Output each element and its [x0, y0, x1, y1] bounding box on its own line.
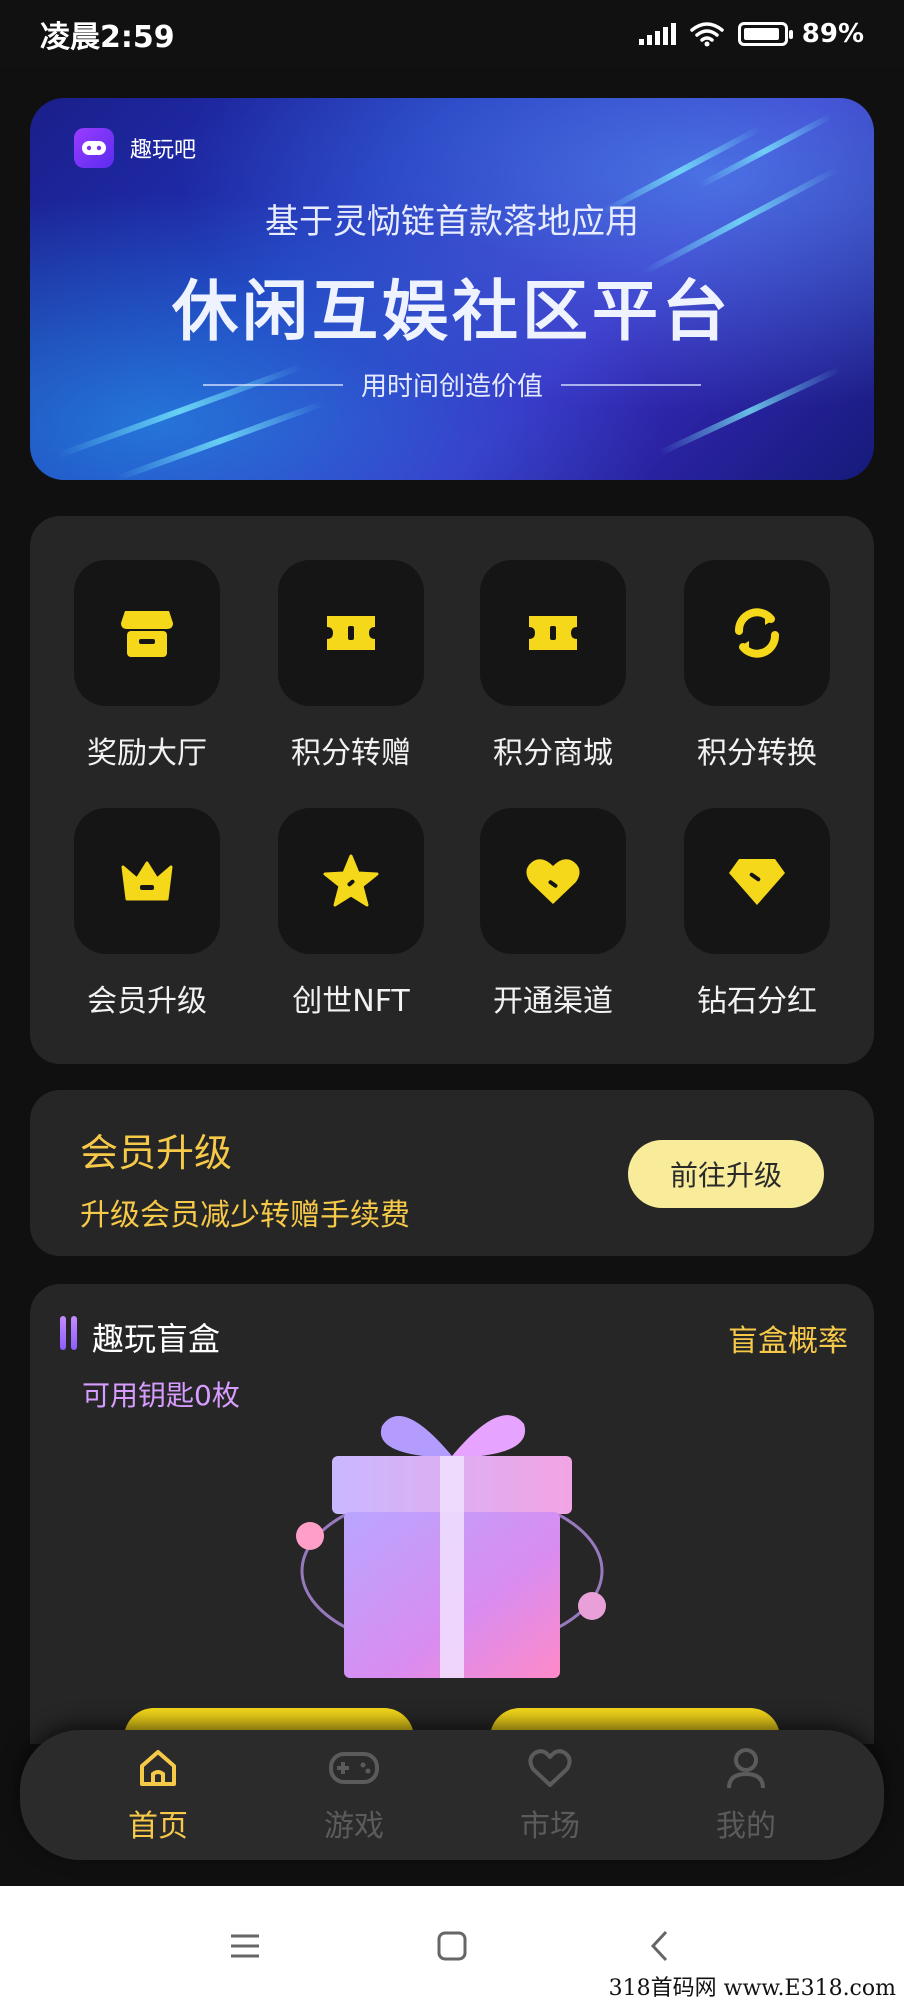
brand-name: 趣玩吧	[130, 138, 197, 163]
nav-item-home[interactable]: 首页	[78, 1745, 238, 1845]
status-time: 凌晨2:59	[40, 20, 175, 55]
shop-icon	[74, 560, 220, 706]
available-keys: 可用钥匙0枚	[82, 1379, 240, 1412]
grid-item-member-upgrade[interactable]: 会员升级	[74, 808, 220, 1020]
slogan-divider	[202, 383, 343, 386]
section-marker	[60, 1316, 77, 1350]
system-nav-bar: 318首码网 www.E318.com	[0, 1886, 904, 2008]
nav-item-market[interactable]: 市场	[470, 1745, 630, 1845]
gift-box-icon[interactable]	[292, 1396, 612, 1696]
home-icon	[78, 1745, 238, 1791]
star-icon	[278, 808, 424, 954]
battery-icon	[737, 22, 793, 46]
grid-item-points-exchange[interactable]: 积分转换	[684, 560, 830, 772]
nav-label: 市场	[520, 1809, 580, 1844]
nav-label: 游戏	[324, 1809, 384, 1844]
menu-icon[interactable]	[215, 1916, 275, 1976]
grid-label: 创世NFT	[292, 984, 410, 1019]
banner-subtitle: 基于灵恸链首款落地应用	[265, 202, 639, 242]
box-probability-link[interactable]: 盲盒概率	[728, 1316, 848, 1360]
crown-icon	[74, 808, 220, 954]
go-upgrade-button[interactable]: 前往升级	[628, 1140, 824, 1208]
user-icon	[666, 1745, 826, 1791]
grid-item-diamond-dividend[interactable]: 钻石分红	[684, 808, 830, 1020]
grid-label: 开通渠道	[493, 984, 613, 1019]
grid-label: 奖励大厅	[87, 736, 207, 771]
battery-percent: 89%	[801, 19, 864, 49]
gamepad-logo-icon	[74, 128, 114, 168]
feature-grid: 奖励大厅 积分转赠 积分商城 积分转换 会员升级 创世NFT 开通渠道 钻石分红	[30, 516, 874, 1064]
grid-label: 钻石分红	[697, 984, 817, 1019]
blind-box-title: 趣玩盲盒	[92, 1320, 221, 1358]
grid-label: 会员升级	[87, 984, 207, 1019]
ticket-icon	[278, 560, 424, 706]
nav-label: 我的	[716, 1809, 776, 1844]
diamond-icon	[684, 808, 830, 954]
banner-slogan: 用时间创造价值	[360, 372, 543, 402]
grid-label: 积分商城	[493, 736, 613, 771]
upgrade-card: 会员升级 升级会员减少转赠手续费 前往升级	[30, 1090, 874, 1256]
nav-label: 首页	[128, 1809, 188, 1844]
status-bar: 凌晨2:59 89%	[0, 0, 904, 68]
grid-label: 积分转赠	[291, 736, 411, 771]
wifi-icon	[690, 22, 724, 47]
banner-slogan-row: 用时间创造价值	[30, 366, 874, 403]
nav-item-games[interactable]: 游戏	[274, 1745, 434, 1845]
grid-item-genesis-nft[interactable]: 创世NFT	[278, 808, 424, 1020]
signal-icon	[638, 23, 676, 45]
grid-item-reward-hall[interactable]: 奖励大厅	[74, 560, 220, 772]
back-icon[interactable]	[630, 1916, 690, 1976]
nav-item-mine[interactable]: 我的	[666, 1745, 826, 1845]
grid-label: 积分转换	[697, 736, 817, 771]
banner-title: 休闲互娱社区平台	[172, 273, 732, 350]
grid-item-points-mall[interactable]: 积分商城	[480, 560, 626, 772]
bottom-nav: 首页 游戏 市场 我的	[20, 1730, 884, 1860]
heart-icon	[480, 808, 626, 954]
banner-brand: 趣玩吧	[74, 128, 196, 168]
gamepad-icon	[274, 1745, 434, 1791]
status-indicators: 89%	[638, 19, 864, 49]
upgrade-title: 会员升级	[80, 1131, 233, 1175]
promo-banner[interactable]: 趣玩吧 基于灵恸链首款落地应用 休闲互娱社区平台 用时间创造价值	[30, 98, 874, 480]
upgrade-description: 升级会员减少转赠手续费	[80, 1198, 410, 1233]
watermark: 318首码网 www.E318.com	[608, 1976, 896, 2001]
blind-box-card: 趣玩盲盒 盲盒概率 可用钥匙0枚	[30, 1284, 874, 1744]
home-square-icon[interactable]	[422, 1916, 482, 1976]
grid-item-open-channel[interactable]: 开通渠道	[480, 808, 626, 1020]
heart-icon	[470, 1745, 630, 1791]
grid-item-points-transfer[interactable]: 积分转赠	[278, 560, 424, 772]
slogan-divider	[561, 383, 701, 386]
ticket-icon	[480, 560, 626, 706]
refresh-icon	[684, 560, 830, 706]
